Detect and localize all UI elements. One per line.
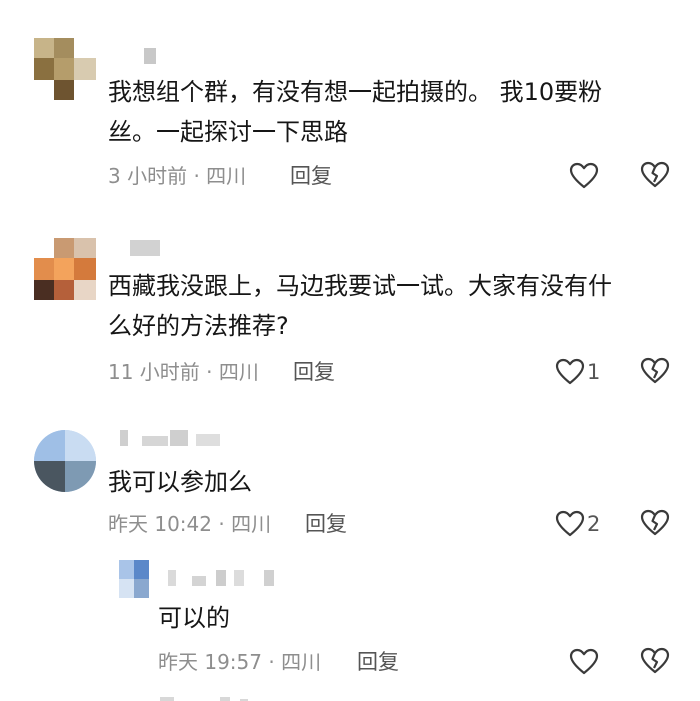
dislike-button[interactable]: [640, 161, 670, 191]
like-button[interactable]: [569, 647, 601, 677]
like-button[interactable]: [569, 161, 601, 191]
like-button[interactable]: 2: [555, 509, 600, 539]
comment-time-location: 昨天 10:42 · 四川: [108, 512, 272, 536]
avatar[interactable]: [34, 238, 96, 300]
like-count: 1: [587, 360, 601, 384]
broken-heart-icon: [640, 509, 670, 537]
username-redacted[interactable]: [160, 570, 290, 590]
broken-heart-icon: [640, 357, 670, 385]
comment-time-location: 3 小时前 · 四川: [108, 164, 247, 188]
comment-text: 我可以参加么: [108, 468, 252, 496]
username-redacted[interactable]: [108, 48, 168, 68]
heart-outline-icon: [569, 648, 599, 676]
dislike-button[interactable]: [640, 357, 670, 387]
avatar[interactable]: [119, 560, 149, 598]
like-button[interactable]: 1: [555, 357, 600, 387]
username-redacted[interactable]: [108, 240, 168, 260]
dislike-button[interactable]: [640, 647, 670, 677]
heart-outline-icon: [555, 358, 585, 386]
broken-heart-icon: [640, 647, 670, 675]
comment-time-location: 昨天 19:57 · 四川: [158, 650, 322, 674]
comment-text: 西藏我没跟上，马边我要试一试。大家有没有什 么好的方法推荐?: [108, 272, 612, 340]
avatar[interactable]: [34, 430, 96, 492]
comment-text: 可以的: [158, 604, 230, 632]
comment-text: 我想组个群，有没有想一起拍摄的。 我10要粉 丝。一起探讨一下思路: [108, 78, 603, 146]
reply-button[interactable]: 回复: [290, 162, 332, 190]
like-count: 2: [587, 512, 601, 536]
dislike-button[interactable]: [640, 509, 670, 539]
reply-button[interactable]: 回复: [305, 510, 347, 538]
reply-button[interactable]: 回复: [357, 648, 399, 676]
reply-button[interactable]: 回复: [293, 358, 335, 386]
comment-time-location: 11 小时前 · 四川: [108, 360, 259, 384]
broken-heart-icon: [640, 161, 670, 189]
avatar[interactable]: [34, 38, 96, 100]
heart-outline-icon: [569, 162, 599, 190]
next-comment-partial: [158, 693, 278, 701]
heart-outline-icon: [555, 510, 585, 538]
username-redacted[interactable]: [108, 430, 258, 450]
